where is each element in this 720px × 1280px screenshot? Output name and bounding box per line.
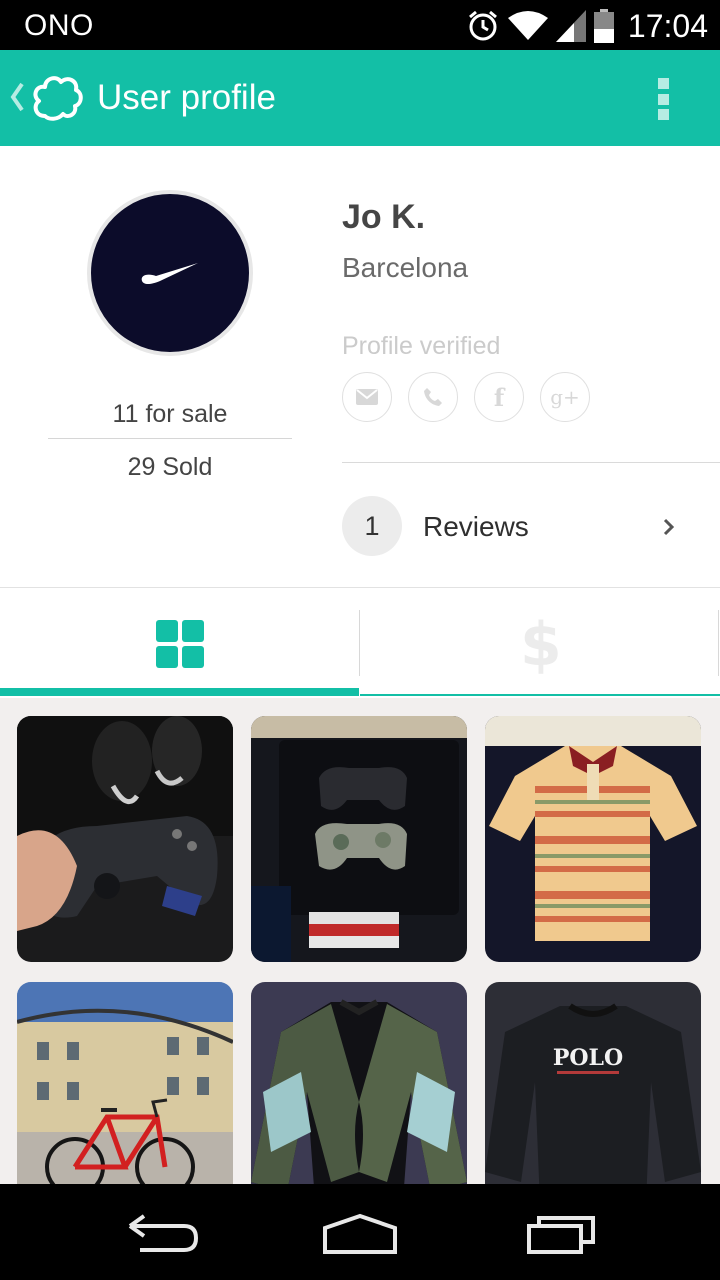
chevron-right-icon: [663, 518, 675, 536]
app-bar: User profile: [0, 50, 720, 146]
product-photo: [17, 982, 233, 1184]
product-photo: [485, 716, 701, 962]
dollar-icon: $: [520, 610, 562, 680]
system-nav-bar: [0, 1184, 720, 1280]
verification-icons: f g+: [342, 372, 590, 422]
user-city: Barcelona: [342, 252, 469, 283]
product-photo: [251, 716, 467, 962]
product-card-ps4-controller[interactable]: [17, 716, 233, 962]
product-photo: POLO: [485, 982, 701, 1184]
product-card-striped-polo[interactable]: [485, 716, 701, 962]
sweatshirt-print-text: POLO: [553, 1045, 623, 1071]
tab-sold[interactable]: $: [360, 588, 720, 698]
reviews-row[interactable]: 1 Reviews: [342, 496, 682, 558]
reviews-count-badge: 1: [342, 496, 402, 556]
home-nav-icon[interactable]: [315, 1208, 405, 1258]
swoosh-logo-icon: [141, 263, 198, 284]
facebook-icon: f: [474, 372, 524, 422]
verified-label: Profile verified: [342, 332, 501, 360]
back-icon[interactable]: [8, 80, 26, 114]
active-tab-indicator: [0, 688, 359, 696]
tab-products-grid[interactable]: [0, 588, 360, 698]
overflow-menu-icon[interactable]: [658, 78, 670, 120]
product-photo: [17, 716, 233, 962]
divider: [342, 462, 720, 463]
product-card-camo-sweatshirt[interactable]: [251, 982, 467, 1184]
product-grid: POLO: [0, 698, 720, 1184]
signal-icon: [555, 10, 586, 42]
product-card-road-bicycle[interactable]: [17, 982, 233, 1184]
recents-nav-icon[interactable]: [515, 1208, 605, 1258]
product-card-polo-sweatshirt[interactable]: POLO: [485, 982, 701, 1184]
mail-icon: [342, 372, 392, 422]
status-icons: 17:04: [466, 6, 708, 46]
google-plus-icon: g+: [540, 372, 590, 422]
tab-underline: [360, 694, 720, 696]
divider: [718, 610, 719, 676]
battery-icon: [593, 9, 614, 43]
clock-time: 17:04: [627, 7, 708, 44]
product-photo: [251, 982, 467, 1184]
tab-bar: $: [0, 588, 720, 698]
status-bar: ONO 17:04: [0, 0, 720, 50]
page-title: User profile: [97, 78, 276, 117]
logo-icon[interactable]: [30, 72, 84, 122]
avatar[interactable]: [87, 190, 253, 356]
phone-icon: [408, 372, 458, 422]
alarm-icon: [468, 10, 497, 41]
user-name: Jo K.: [342, 198, 426, 236]
carrier-name: ONO: [24, 9, 94, 42]
wifi-icon: [507, 11, 548, 40]
divider: [48, 438, 292, 439]
sold-count[interactable]: 29 Sold: [48, 453, 292, 482]
product-card-ps3-console[interactable]: [251, 716, 467, 962]
reviews-label: Reviews: [423, 511, 529, 542]
for-sale-count[interactable]: 11 for sale: [48, 400, 292, 429]
grid-icon: [156, 620, 204, 668]
profile-header: 11 for sale 29 Sold Jo K. Barcelona Prof…: [0, 146, 720, 588]
back-nav-icon[interactable]: [120, 1208, 210, 1258]
